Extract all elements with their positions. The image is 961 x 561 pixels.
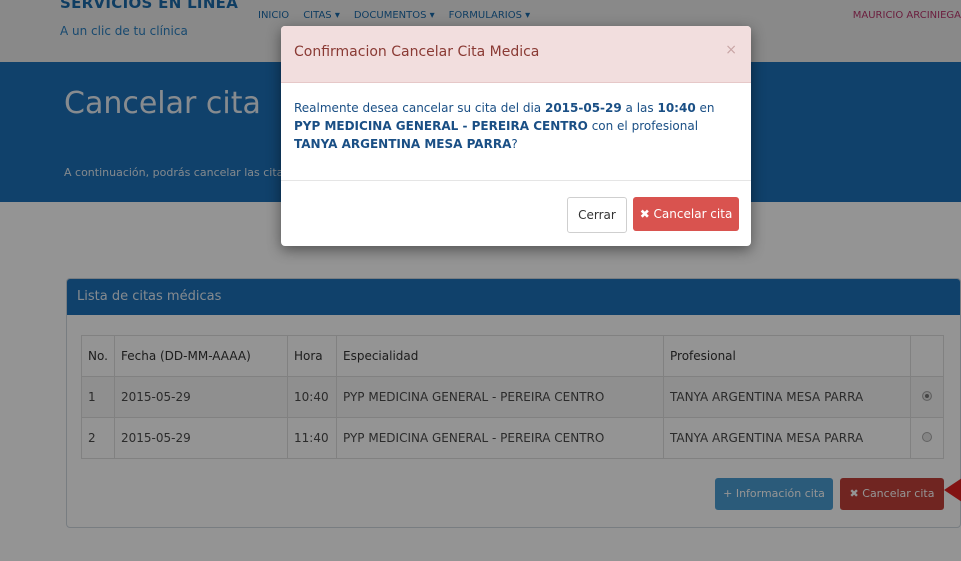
modal-footer: Cerrar ✖ Cancelar cita xyxy=(281,180,751,246)
message-text: Realmente desea cancelar su cita del dia xyxy=(294,101,545,115)
message-text: con el profesional xyxy=(587,119,699,133)
message-text: ? xyxy=(511,137,518,151)
message-date: 2015-05-29 xyxy=(544,101,622,115)
close-icon[interactable]: × xyxy=(725,42,737,58)
modal-title: Confirmacion Cancelar Cita Medica xyxy=(294,44,540,60)
modal-message: Realmente desea cancelar su cita del dia… xyxy=(281,83,751,169)
confirm-cancel-button[interactable]: ✖ Cancelar cita xyxy=(633,197,739,231)
message-text: a las xyxy=(621,101,658,115)
message-text: en xyxy=(695,101,715,115)
confirm-cancel-modal: Confirmacion Cancelar Cita Medica × Real… xyxy=(281,26,751,246)
message-time: 10:40 xyxy=(657,101,696,115)
close-button[interactable]: Cerrar xyxy=(567,197,627,233)
message-specialty: PYP MEDICINA GENERAL - PEREIRA CENTRO xyxy=(294,119,588,133)
message-professional: TANYA ARGENTINA MESA PARRA xyxy=(294,137,512,151)
modal-header: Confirmacion Cancelar Cita Medica × xyxy=(281,26,751,83)
